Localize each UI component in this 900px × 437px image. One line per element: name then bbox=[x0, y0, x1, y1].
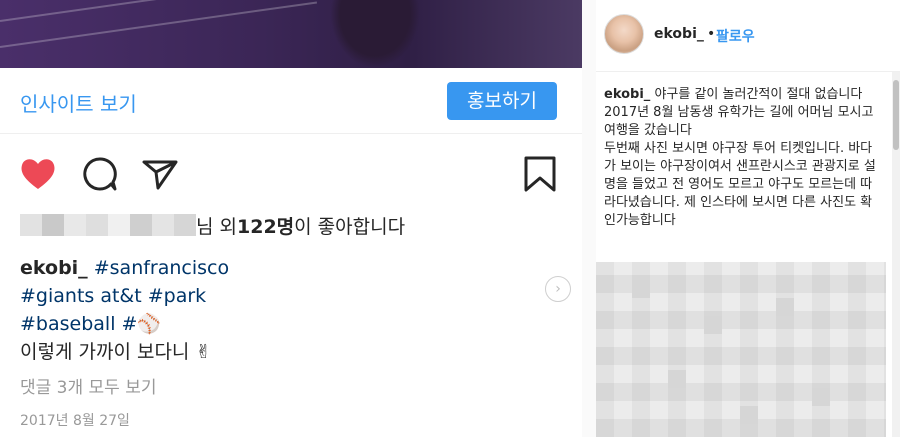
share-icon[interactable] bbox=[140, 154, 180, 194]
mobile-post: 인사이트 보기 홍보하기 님 외 122명 이 좋아합니다 ekobi_ #sa… bbox=[0, 0, 582, 437]
blurred-name bbox=[42, 214, 64, 236]
blur-block bbox=[740, 406, 758, 424]
post-date: 2017년 8월 27일 bbox=[20, 413, 130, 429]
blurred-name bbox=[108, 214, 130, 236]
post-header: ekobi_ • 팔로우 bbox=[596, 0, 900, 72]
view-insights-link[interactable]: 인사이트 보기 bbox=[20, 88, 137, 117]
likes-line[interactable]: 님 외 122명 이 좋아합니다 bbox=[20, 211, 405, 239]
action-bar bbox=[0, 150, 582, 200]
photo-detail bbox=[0, 1, 318, 48]
caption-username[interactable]: ekobi_ bbox=[20, 257, 88, 279]
blurred-name bbox=[130, 214, 152, 236]
post-photo[interactable] bbox=[0, 0, 582, 68]
caption-text: 이렇게 가까이 보다니 ✌ bbox=[20, 341, 212, 363]
likes-prefix: 님 외 bbox=[196, 215, 237, 238]
hashtag[interactable]: #sanfrancisco bbox=[94, 257, 229, 279]
likes-count[interactable]: 122명 bbox=[237, 212, 294, 239]
scrollbar-thumb[interactable] bbox=[893, 80, 899, 150]
blur-block bbox=[812, 388, 830, 406]
header-username[interactable]: ekobi_ bbox=[654, 26, 704, 42]
follow-button[interactable]: 팔로우 bbox=[716, 26, 755, 46]
photo-figure bbox=[330, 0, 420, 68]
comment-text: 야구를 같이 놀러간적이 절대 없습니다 2017년 8월 남동생 유학가는 길… bbox=[604, 87, 876, 228]
comment-icon[interactable] bbox=[80, 154, 120, 194]
blurred-comments bbox=[596, 262, 886, 437]
caption: ekobi_ #sanfrancisco #giants at&t #park … bbox=[20, 254, 229, 366]
blurred-name bbox=[152, 214, 174, 236]
panel-divider bbox=[582, 0, 596, 437]
heart-icon[interactable] bbox=[18, 154, 58, 194]
insight-bar: 인사이트 보기 홍보하기 bbox=[0, 68, 582, 134]
blurred-name bbox=[64, 214, 86, 236]
blur-block bbox=[704, 316, 722, 334]
comment-username[interactable]: ekobi_ bbox=[604, 87, 650, 102]
separator-dot: • bbox=[707, 26, 716, 42]
bookmark-icon[interactable] bbox=[520, 154, 560, 194]
chevron-right-icon[interactable]: › bbox=[545, 276, 571, 302]
blurred-name bbox=[86, 214, 108, 236]
blurred-name bbox=[174, 214, 196, 236]
blurred-name bbox=[20, 214, 42, 236]
desktop-post-panel: ekobi_ • 팔로우 ekobi_ 야구를 같이 놀러간적이 절대 없습니다… bbox=[596, 0, 900, 437]
blur-block bbox=[668, 370, 686, 388]
blur-block bbox=[632, 280, 650, 298]
comments-scrollbar[interactable] bbox=[892, 72, 900, 437]
likes-suffix: 이 좋아합니다 bbox=[294, 215, 406, 238]
promote-button[interactable]: 홍보하기 bbox=[447, 82, 557, 120]
hashtag-line[interactable]: #giants at&t #park bbox=[20, 282, 229, 310]
avatar[interactable] bbox=[604, 14, 644, 54]
post-comment: ekobi_ 야구를 같이 놀러간적이 절대 없습니다 2017년 8월 남동생… bbox=[604, 86, 880, 230]
view-all-comments-link[interactable]: 댓글 3개 모두 보기 bbox=[20, 373, 157, 398]
hashtag-line[interactable]: #baseball #⚾ bbox=[20, 310, 229, 338]
blur-block bbox=[776, 298, 794, 316]
